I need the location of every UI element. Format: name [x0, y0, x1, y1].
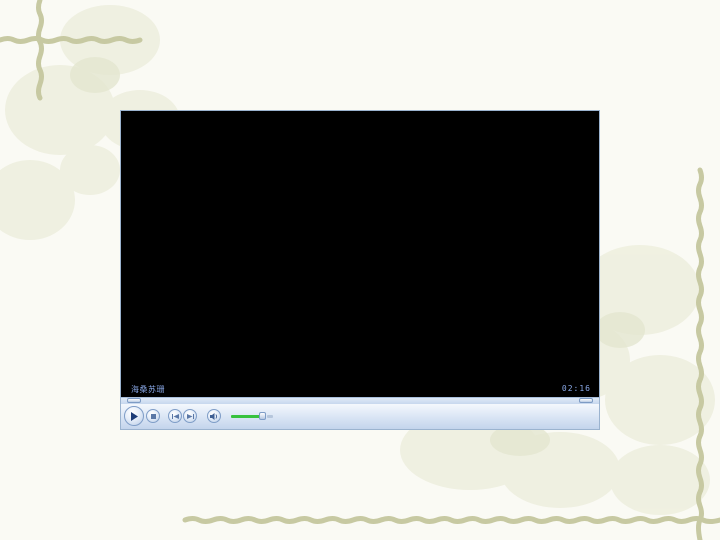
- elapsed-time: 02:16: [561, 384, 591, 393]
- play-button[interactable]: [124, 406, 144, 426]
- next-icon: [186, 413, 194, 419]
- mute-button[interactable]: [207, 409, 221, 423]
- speaker-icon: [210, 412, 218, 420]
- video-area[interactable]: [121, 111, 599, 397]
- control-bar: [121, 404, 599, 429]
- volume-slider-fill[interactable]: [231, 415, 261, 418]
- previous-icon: [171, 413, 179, 419]
- volume-slider-handle[interactable]: [259, 412, 266, 420]
- play-icon: [131, 411, 138, 421]
- seek-handle[interactable]: [127, 398, 141, 403]
- seek-bar[interactable]: [121, 397, 599, 404]
- media-player[interactable]: 海桑苏珊 02:16: [120, 110, 600, 430]
- seek-end-handle[interactable]: [579, 398, 593, 403]
- stop-icon: [150, 413, 156, 419]
- volume-slider-track[interactable]: [267, 415, 273, 418]
- next-button[interactable]: [183, 409, 197, 423]
- previous-button[interactable]: [168, 409, 182, 423]
- stop-button[interactable]: [146, 409, 160, 423]
- media-title: 海桑苏珊: [131, 385, 165, 394]
